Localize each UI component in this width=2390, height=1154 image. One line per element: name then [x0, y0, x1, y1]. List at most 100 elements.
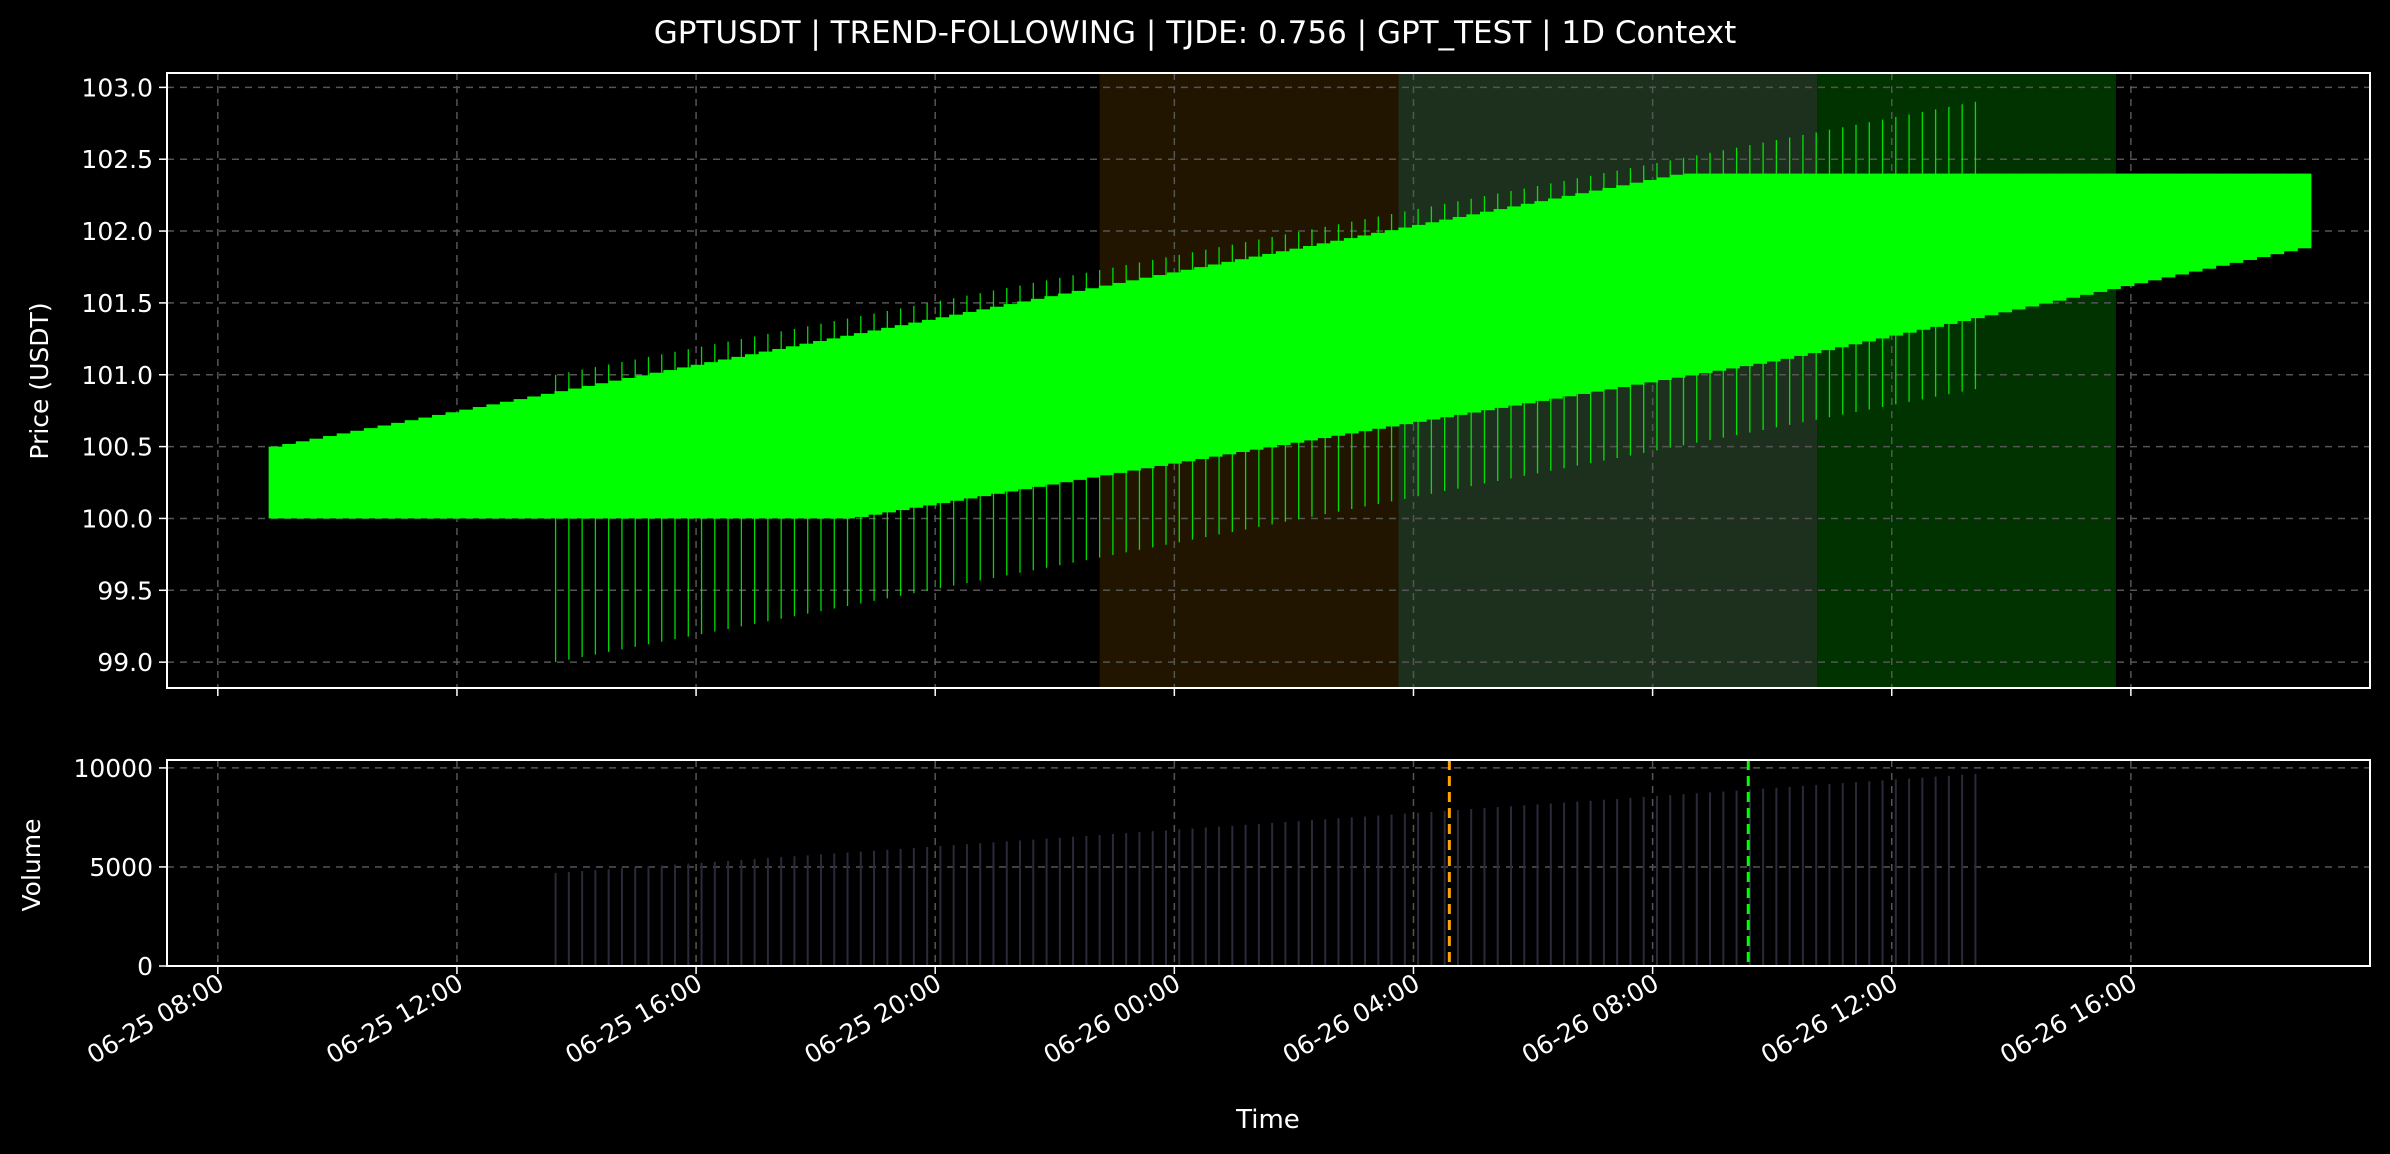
candle-body-77: [1316, 243, 1332, 439]
candle-body-129: [2024, 173, 2040, 307]
price-ytick-label-3: 100.5: [81, 433, 153, 462]
candle-body-30: [676, 367, 692, 519]
candle-body-6: [350, 430, 366, 519]
candle-body-54: [1003, 304, 1019, 492]
candle-body-20: [540, 393, 556, 519]
candle-body-16: [486, 404, 502, 519]
candle-body-113: [1806, 173, 1822, 354]
candle-body-21: [554, 391, 570, 519]
candle-body-112: [1793, 173, 1808, 356]
candle-body-38: [785, 346, 801, 519]
candle-body-137: [2133, 173, 2149, 284]
candle-body-101: [1643, 180, 1659, 383]
candle-body-68: [1194, 267, 1209, 459]
candle-body-102: [1656, 177, 1672, 381]
chart-title: GPTUSDT | TREND-FOLLOWING | TJDE: 0.756 …: [654, 15, 1737, 51]
candle-body-126: [1983, 173, 1999, 316]
candle-body-114: [1820, 173, 1836, 351]
candle-body-45: [881, 327, 896, 513]
candle-body-141: [2187, 173, 2203, 272]
candle-body-52: [976, 309, 992, 497]
price-ytick-label-1: 99.5: [97, 576, 153, 605]
candle-body-131: [2051, 173, 2067, 301]
candle-body-91: [1507, 206, 1523, 406]
volume-ytick-label-2: 10000: [73, 754, 153, 783]
candle-body-74: [1275, 251, 1291, 446]
candle-body-109: [1752, 173, 1767, 364]
candle-body-111: [1779, 173, 1795, 359]
x-axis-label: Time: [1235, 1105, 1300, 1135]
candle-body-84: [1411, 224, 1427, 422]
candle-body-86: [1439, 219, 1454, 418]
candle-body-140: [2174, 173, 2189, 275]
candle-body-3: [309, 438, 325, 519]
candle-body-29: [663, 370, 679, 519]
candle-body-34: [731, 356, 747, 519]
candle-body-135: [2106, 173, 2121, 290]
candle-body-85: [1425, 222, 1441, 420]
price-ytick-label-7: 102.5: [81, 145, 153, 174]
volume-ytick-label-0: 0: [137, 952, 153, 981]
price-ytick-label-6: 102.0: [81, 217, 153, 246]
candle-body-144: [2228, 173, 2244, 263]
price-ytick-label-2: 100.0: [81, 504, 153, 533]
chart: GPTUSDT | TREND-FOLLOWING | TJDE: 0.756 …: [0, 0, 2390, 1154]
candle-body-139: [2160, 173, 2176, 278]
candle-body-73: [1262, 253, 1278, 448]
candle-body-22: [568, 388, 583, 519]
price-y-axis-label: Price (USDT): [25, 302, 54, 459]
candle-body-125: [1969, 173, 1985, 319]
candle-body-18: [513, 399, 529, 519]
candle-body-143: [2214, 173, 2230, 266]
candle-body-117: [1861, 173, 1876, 342]
candle-body-132: [2065, 173, 2081, 298]
candle-body-127: [1997, 173, 2012, 313]
candle-body-19: [527, 396, 543, 519]
candle-body-133: [2078, 173, 2094, 295]
candle-body-69: [1207, 264, 1223, 457]
candle-body-122: [1929, 173, 1944, 327]
candle-body-14: [459, 409, 474, 519]
candle-body-33: [717, 359, 733, 519]
candle-body-71: [1234, 259, 1250, 453]
candle-body-70: [1221, 261, 1237, 455]
candle-body-92: [1520, 203, 1536, 404]
candle-body-89: [1479, 211, 1495, 411]
price-ytick-label-4: 101.0: [81, 361, 153, 390]
candle-body-31: [690, 364, 706, 519]
candle-body-145: [2242, 173, 2257, 260]
candle-body-124: [1956, 173, 1972, 322]
candle-body-37: [772, 348, 788, 519]
candle-body-107: [1724, 173, 1740, 369]
candle-body-98: [1602, 187, 1618, 390]
candle-body-35: [745, 354, 760, 519]
candle-body-51: [962, 311, 978, 499]
price-ytick-label-5: 101.5: [81, 289, 153, 318]
candle-body-10: [404, 420, 420, 519]
candle-body-47: [908, 322, 924, 508]
candle-body-90: [1493, 209, 1509, 408]
candle-body-0: [268, 446, 284, 519]
candle-body-148: [2282, 173, 2298, 252]
candle-body-138: [2146, 173, 2162, 281]
candle-body-17: [500, 401, 515, 519]
candle-body-61: [1098, 285, 1114, 476]
candle-body-24: [595, 383, 611, 519]
candle-body-149: [2296, 173, 2312, 249]
candle-body-63: [1126, 280, 1141, 471]
price-ytick-label-8: 103.0: [81, 73, 153, 102]
candle-body-108: [1738, 173, 1754, 367]
candle-body-59: [1071, 290, 1087, 480]
candle-body-110: [1765, 173, 1781, 362]
candle-body-116: [1847, 173, 1863, 345]
candle-body-44: [867, 330, 883, 515]
candle-body-11: [418, 417, 434, 519]
candle-body-83: [1398, 227, 1414, 425]
price-panel: 99.0 99.5 100.0 100.5 101.0 101.5 102.0 102.5 10…: [25, 72, 2371, 696]
candle-body-48: [921, 319, 937, 506]
candle-body-100: [1629, 182, 1645, 385]
candle-body-147: [2269, 173, 2285, 255]
candle-body-76: [1303, 246, 1318, 441]
candle-body-60: [1085, 288, 1101, 478]
candle-body-134: [2092, 173, 2108, 292]
